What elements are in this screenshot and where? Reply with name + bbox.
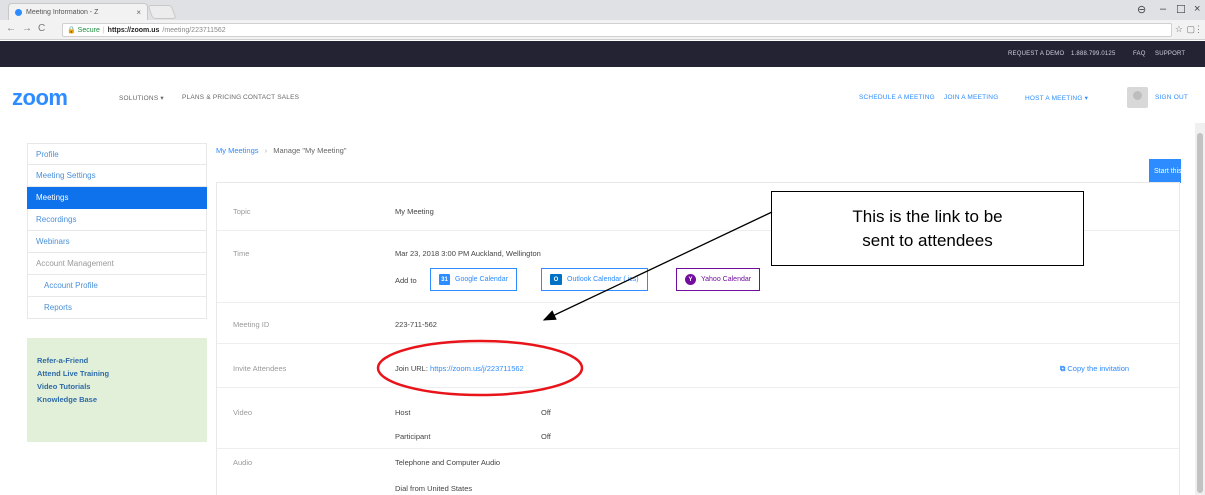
breadcrumb: My Meetings › Manage "My Meeting" — [216, 146, 346, 155]
browser-tab-strip: Meeting Information - Z × ⊖ – ☐ × — [0, 0, 1205, 20]
copy-invitation-link[interactable]: ⧉ Copy the invitation — [1060, 364, 1129, 374]
page-scrollbar[interactable] — [1195, 123, 1205, 495]
sidebar-item-account-profile[interactable]: Account Profile — [27, 275, 207, 297]
video-label: Video — [233, 408, 253, 417]
help-links-panel: Refer-a-Friend Attend Live Training Vide… — [27, 338, 207, 442]
divider — [217, 302, 1179, 303]
zoom-logo[interactable]: zoom — [12, 85, 68, 111]
annotation-line-2: sent to attendees — [862, 230, 993, 250]
maximize-button[interactable]: ☐ — [1176, 3, 1186, 16]
bookmark-star-icon[interactable]: ☆ — [1175, 24, 1183, 35]
participant-video-label: Participant — [395, 432, 431, 441]
tab-close-icon[interactable]: × — [136, 8, 141, 17]
account-sidebar: Profile Meeting Settings Meetings Record… — [27, 143, 207, 319]
sidebar-item-meetings[interactable]: Meetings — [27, 187, 207, 209]
breadcrumb-my-meetings-link[interactable]: My Meetings — [216, 146, 259, 155]
sidebar-item-webinars[interactable]: Webinars — [27, 231, 207, 253]
back-arrow-icon[interactable]: ← — [6, 23, 16, 34]
account-icon[interactable]: ⊖ — [1137, 3, 1146, 16]
sign-out-link[interactable]: SIGN OUT — [1155, 94, 1188, 101]
time-value: Mar 23, 2018 3:00 PM Auckland, Wellingto… — [395, 249, 541, 258]
zoom-favicon-icon — [15, 8, 22, 16]
minimize-button[interactable]: – — [1160, 3, 1166, 15]
sidebar-item-reports[interactable]: Reports — [27, 297, 207, 319]
sidebar-item-profile[interactable]: Profile — [27, 143, 207, 165]
faq-link[interactable]: FAQ — [1133, 51, 1146, 57]
scroll-thumb[interactable] — [1197, 133, 1203, 493]
outlook-calendar-button[interactable]: O Outlook Calendar (.ics) — [541, 268, 648, 291]
start-meeting-button[interactable]: Start this Meeting — [1149, 159, 1181, 183]
google-calendar-icon: 31 — [439, 274, 450, 285]
browser-menu-icon[interactable]: ⋮ — [1194, 24, 1203, 35]
contact-sales-link[interactable]: CONTACT SALES — [243, 94, 299, 101]
join-url-link[interactable]: https://zoom.us/j/223711562 — [430, 364, 524, 373]
phone-link[interactable]: 1.888.799.0125 — [1071, 51, 1116, 57]
breadcrumb-separator: › — [264, 146, 268, 155]
google-calendar-button[interactable]: 31 Google Calendar — [430, 268, 517, 291]
browser-tab[interactable]: Meeting Information - Z × — [8, 3, 148, 20]
avatar[interactable] — [1127, 87, 1148, 108]
google-calendar-label: Google Calendar — [455, 276, 508, 283]
support-link[interactable]: SUPPORT — [1155, 51, 1185, 57]
new-tab-button[interactable] — [147, 5, 177, 19]
browser-toolbar: ← → C 🔒 Secure | https://zoom.us/meeting… — [0, 20, 1205, 40]
time-label: Time — [233, 249, 250, 258]
yahoo-calendar-button[interactable]: Y Yahoo Calendar — [676, 268, 761, 291]
secure-indicator[interactable]: 🔒 Secure — [67, 26, 100, 34]
knowledge-base-link[interactable]: Knowledge Base — [37, 395, 197, 404]
reload-icon[interactable]: C — [38, 23, 45, 34]
yahoo-calendar-label: Yahoo Calendar — [701, 276, 752, 283]
host-video-value: Off — [541, 408, 551, 417]
tab-title: Meeting Information - Z — [26, 8, 99, 16]
forward-arrow-icon[interactable]: → — [22, 23, 32, 34]
host-video-label: Host — [395, 408, 411, 417]
dial-from-label: Dial from United States — [395, 484, 473, 493]
divider — [217, 448, 1179, 449]
sidebar-heading-account-management: Account Management — [27, 253, 207, 275]
close-window-button[interactable]: × — [1194, 3, 1200, 15]
solutions-menu[interactable]: SOLUTIONS ▾ — [119, 94, 164, 102]
invite-attendees-label: Invite Attendees — [233, 364, 287, 373]
refer-a-friend-link[interactable]: Refer-a-Friend — [37, 356, 197, 365]
main-navigation: zoom SOLUTIONS ▾ PLANS & PRICING CONTACT… — [0, 67, 1205, 123]
host-meeting-menu[interactable]: HOST A MEETING ▾ — [1025, 94, 1088, 102]
annotation-callout: This is the link to be sent to attendees — [771, 191, 1084, 266]
outlook-calendar-icon: O — [550, 274, 562, 285]
breadcrumb-current: Manage "My Meeting" — [273, 146, 347, 155]
topic-label: Topic — [233, 207, 251, 216]
url-separator: | — [102, 26, 105, 34]
annotation-line-1: This is the link to be — [852, 206, 1003, 226]
url-host: https://zoom.us — [107, 26, 160, 34]
url-path: /meeting/223711562 — [162, 26, 226, 34]
request-demo-link[interactable]: REQUEST A DEMO — [1008, 51, 1064, 57]
topic-value: My Meeting — [395, 207, 434, 216]
sidebar-item-recordings[interactable]: Recordings — [27, 209, 207, 231]
audio-label: Audio — [233, 458, 253, 467]
plans-pricing-link[interactable]: PLANS & PRICING — [182, 94, 241, 101]
sidebar-item-meeting-settings[interactable]: Meeting Settings — [27, 165, 207, 187]
meeting-id-label: Meeting ID — [233, 320, 270, 329]
divider — [217, 343, 1179, 344]
schedule-meeting-link[interactable]: SCHEDULE A MEETING — [859, 94, 935, 101]
attend-live-training-link[interactable]: Attend Live Training — [37, 369, 197, 378]
audio-value: Telephone and Computer Audio — [395, 458, 501, 467]
yahoo-calendar-icon: Y — [685, 274, 696, 285]
join-meeting-link[interactable]: JOIN A MEETING — [944, 94, 998, 101]
join-url: Join URL: https://zoom.us/j/223711562 — [395, 364, 524, 373]
address-bar[interactable]: 🔒 Secure | https://zoom.us/meeting/22371… — [62, 23, 1172, 37]
copy-invitation-label: Copy the invitation — [1067, 364, 1130, 373]
divider — [217, 387, 1179, 388]
join-url-prefix: Join URL: — [395, 364, 428, 373]
participant-video-value: Off — [541, 432, 551, 441]
video-tutorials-link[interactable]: Video Tutorials — [37, 382, 197, 391]
top-utility-bar: REQUEST A DEMO 1.888.799.0125 FAQ SUPPOR… — [0, 41, 1205, 67]
outlook-calendar-label: Outlook Calendar (.ics) — [567, 276, 639, 283]
copy-icon: ⧉ — [1060, 364, 1066, 373]
add-to-label: Add to — [395, 276, 417, 285]
meeting-id-value: 223-711-562 — [395, 320, 437, 329]
